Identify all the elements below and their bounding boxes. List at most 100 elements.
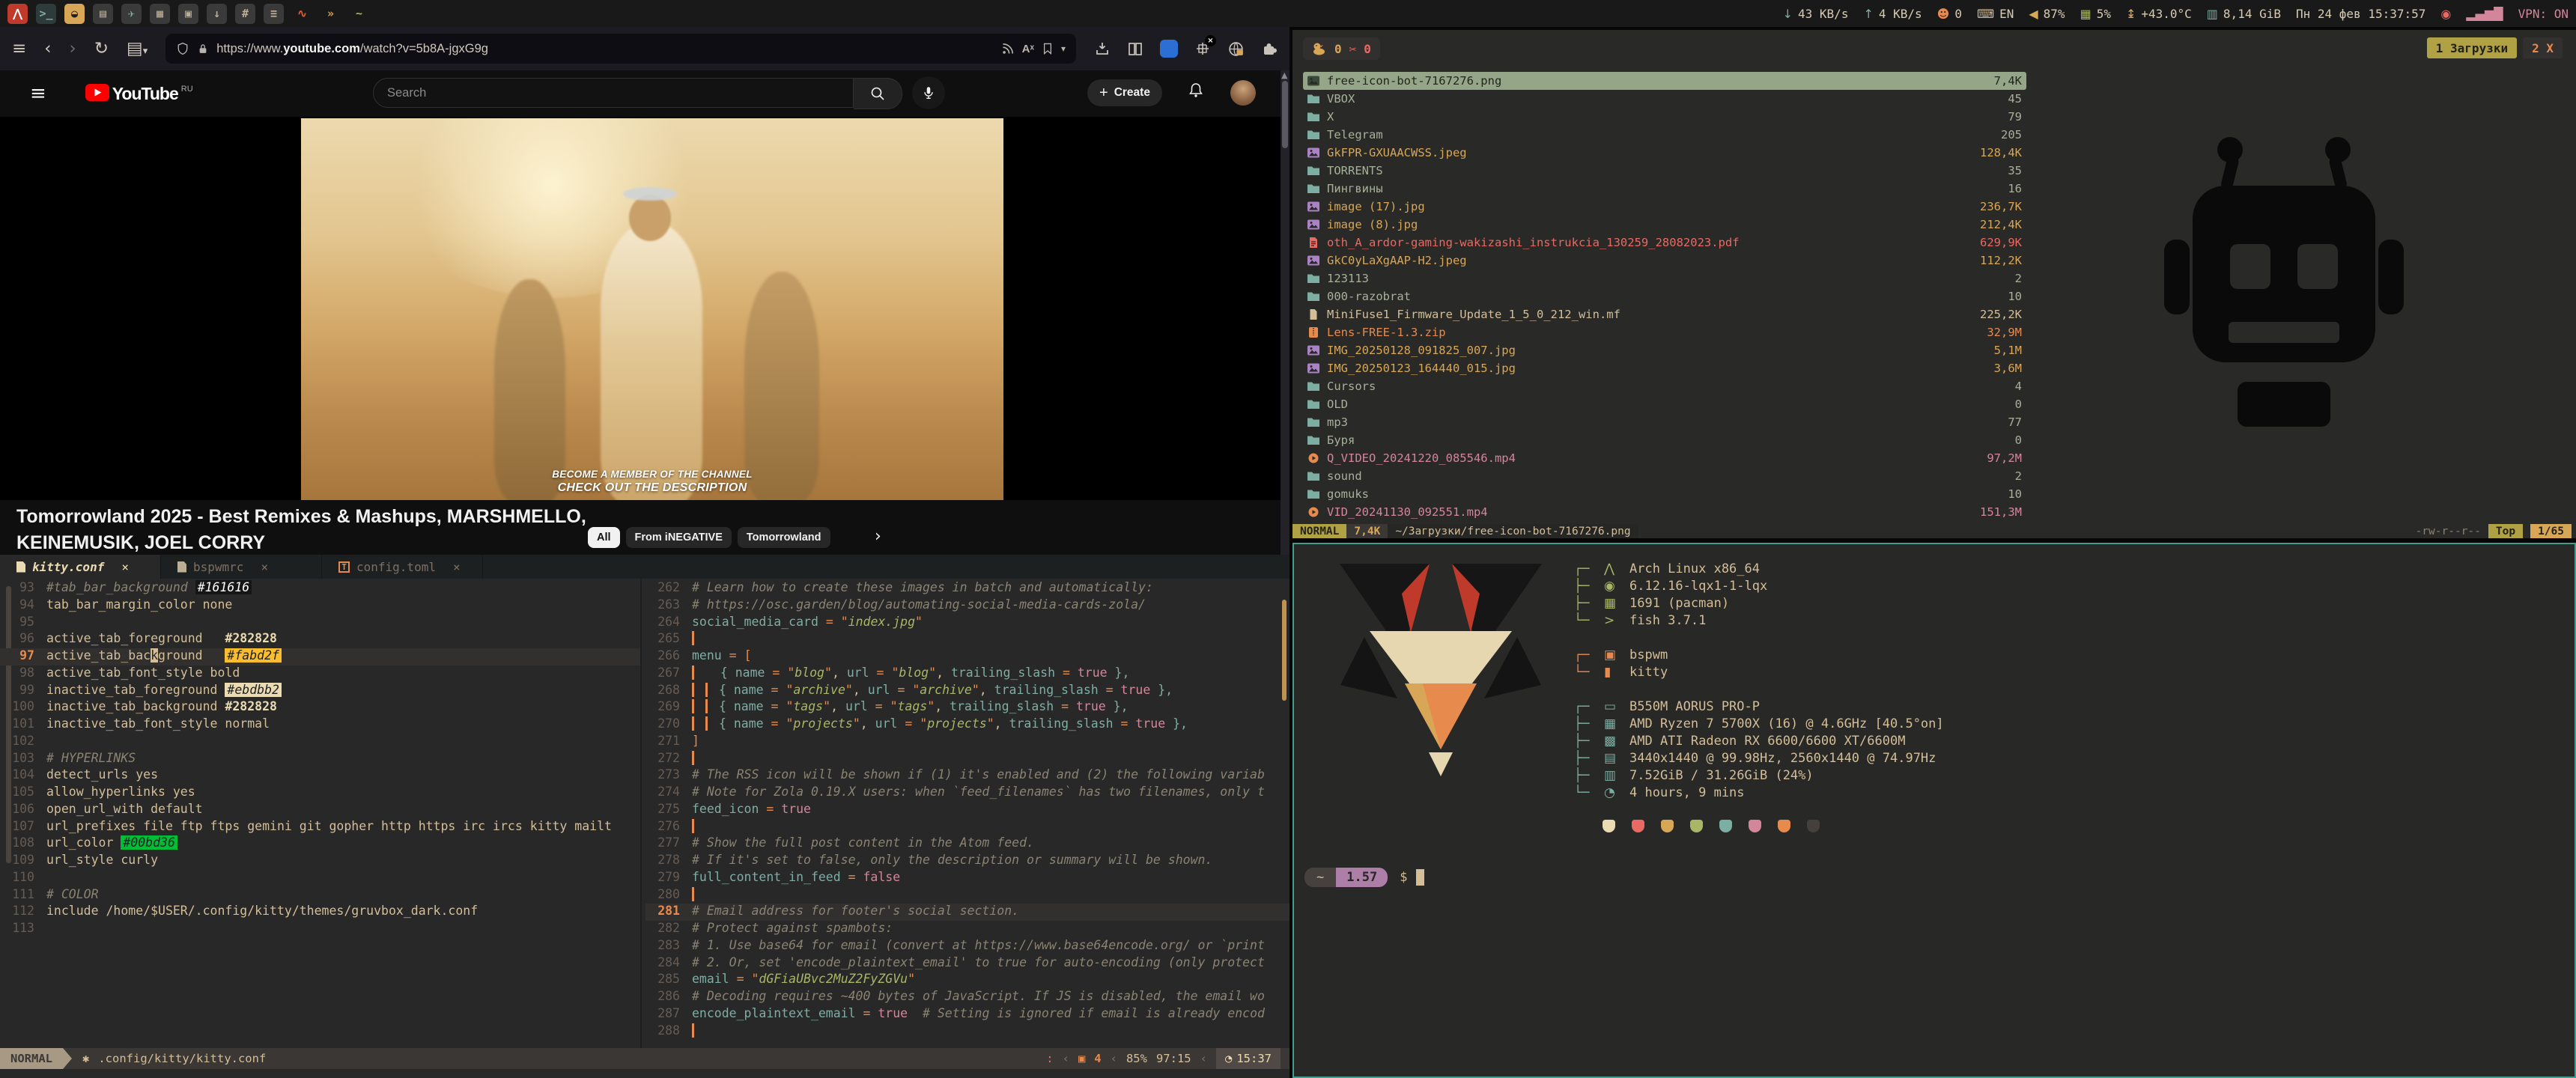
download-app-icon[interactable]: ↓ [207,4,227,24]
notifications-bell-button[interactable] [1187,81,1205,99]
browser-menu-icon[interactable]: ≡ [12,40,26,58]
library-icon[interactable] [1127,40,1143,57]
terminal-app-icon[interactable]: >_ [36,4,56,24]
youtube-logo[interactable]: YouTube RU [85,84,193,104]
raindrop-extension-icon[interactable] [1160,40,1178,58]
close-icon[interactable]: × [121,560,129,574]
video-player[interactable]: BECOME A MEMBER OF THE CHANNEL CHECK OUT… [0,117,1289,500]
code-line: 275feed_icon = true [645,802,1289,819]
file-row[interactable]: MiniFuse1_Firmware_Update_1_5_0_212_win.… [1303,305,2026,323]
file-row[interactable]: GkC0yLaXgAAP-H2.jpeg112,2K [1303,252,2026,270]
list-app-icon[interactable]: ≡ [264,4,284,24]
file-row[interactable]: Cursors4 [1303,377,2026,395]
file-row[interactable]: image (8).jpg212,4K [1303,216,2026,234]
yazi-tab[interactable]: 1 Загрузки [2427,37,2517,58]
reload-icon[interactable]: ↻ [94,40,109,58]
search-input[interactable] [373,78,854,108]
shield-icon[interactable] [176,42,189,55]
globe-privacy-icon[interactable] [1227,40,1245,58]
file-row[interactable]: Пингвины16 [1303,180,2026,198]
file-row[interactable]: Q_VIDEO_20241220_085546.mp497,2M [1303,449,2026,467]
taskbar-apps: ⋀ >_ ◒ ▤ ✈ ▦ ▣ ↓ # ≡ ∿ » ~ [7,4,369,24]
file-row[interactable]: oth_A_ardor-gaming-wakizashi_instrukcia_… [1303,234,2026,252]
palette-swatch [1632,820,1644,832]
editor-tab-kitty.conf[interactable]: kitty.conf× [0,555,161,579]
scroll-up-icon[interactable]: ▲ [1281,70,1287,80]
download-icon[interactable] [1094,40,1111,57]
bookmark-icon[interactable] [1042,43,1054,55]
file-row[interactable]: GkFPR-GXUAACWSS.jpeg128,4K [1303,144,2026,162]
filter-chip[interactable]: All [588,527,620,548]
screenshot-tool-icon[interactable]: × [1194,40,1211,57]
back-icon[interactable]: ‹ [44,40,51,58]
browser-scrollbar[interactable]: ▲ [1281,70,1289,555]
hash-app-icon[interactable]: # [235,4,255,24]
terminal-window[interactable]: ┌─⋀Arch Linux x86_64├─◉6.12.16-lqx1-1-lq… [1292,543,2576,1078]
search-field[interactable] [386,85,833,101]
url-text[interactable]: https://www.youtube.com/watch?v=5b8A-jgx… [216,42,993,56]
chips-more-icon[interactable]: › [875,527,881,546]
image-viewer-app-icon[interactable]: ▣ [178,4,198,24]
close-icon[interactable]: × [261,560,268,574]
extensions-puzzle-icon[interactable] [1261,40,1278,57]
file-row[interactable]: gomuks10 [1303,485,2026,503]
file-row[interactable]: mp377 [1303,413,2026,431]
file-row[interactable]: Буря0 [1303,431,2026,449]
youtube-menu-icon[interactable]: ≡ [30,82,46,105]
kitty-app-icon[interactable]: ◒ [64,4,85,24]
arch-launcher-icon[interactable]: ⋀ [7,4,28,24]
chevrons-indicator-icon[interactable]: » [321,4,341,24]
windows-app-icon[interactable]: ▦ [150,4,170,24]
files-app-icon[interactable]: ▤ [93,4,113,24]
file-row[interactable]: image (17).jpg236,7K [1303,198,2026,216]
file-row[interactable]: OLD0 [1303,395,2026,413]
filter-chip[interactable]: From iNEGATIVE [626,527,732,548]
rss-icon[interactable] [1001,42,1015,55]
folder-icon [1307,435,1320,446]
file-row[interactable]: Telegram205 [1303,126,2026,144]
cpu-icon: ▦ [1604,716,1629,733]
file-row[interactable]: 000-razobrat10 [1303,287,2026,305]
shell-prompt[interactable]: ~ 1.57 $ [1304,868,1424,887]
reader-view-icon[interactable]: ▤▾ [127,40,148,58]
image-icon [1307,147,1320,159]
fetch-line: ├─▥7.52GiB / 31.26GiB (24%) [1574,767,1944,785]
voice-search-button[interactable] [912,76,945,109]
editor-pane-config-toml[interactable]: 262# Learn how to create these images in… [645,580,1289,1048]
clock-time: 15:37 [1236,1052,1272,1065]
video-frame[interactable]: BECOME A MEMBER OF THE CHANNEL CHECK OUT… [301,118,1003,500]
file-row[interactable]: Lens-FREE-1.3.zip32,9M [1303,323,2026,341]
telegram-app-icon[interactable]: ✈ [121,4,142,24]
tilde-indicator-icon[interactable]: ~ [349,4,369,24]
yazi-tab[interactable]: 2 X [2523,37,2563,58]
file-row[interactable]: VID_20241130_092551.mp4151,3M [1303,503,2026,521]
scrollbar-thumb[interactable] [1282,81,1288,148]
code-line: 269{ name = "tags", url = "tags", traili… [645,699,1289,716]
url-bar[interactable]: https://www.youtube.com/watch?v=5b8A-jgx… [165,34,1076,64]
file-row[interactable]: TORRENTS35 [1303,162,2026,180]
editor-right-scrollbar[interactable] [1282,600,1287,701]
close-icon[interactable]: × [453,560,461,574]
file-row[interactable]: sound2 [1303,467,2026,485]
toml-icon: T [338,561,350,573]
editor-pane-kitty-conf[interactable]: 93#tab_bar_background #16161694tab_bar_m… [0,580,640,1048]
create-button[interactable]: + Create [1087,79,1162,106]
code-line: 287encode_plaintext_email = true # Setti… [645,1006,1289,1023]
pulse-indicator-icon[interactable]: ∿ [292,4,312,24]
file-row[interactable]: IMG_20250123_164440_015.jpg3,6M [1303,359,2026,377]
search-button[interactable] [854,78,902,109]
file-row[interactable]: X79 [1303,108,2026,126]
code-line: 103# HYPERLINKS [0,751,640,768]
editor-tab-config.toml[interactable]: Tconfig.toml× [322,555,483,579]
file-row[interactable]: free-icon-bot-7167276.png7,4K [1303,72,2026,90]
file-row[interactable]: VBOX45 [1303,90,2026,108]
forward-icon[interactable]: › [69,40,76,58]
bookmark-caret-icon[interactable]: ▾ [1061,43,1066,54]
editor-tab-bspwmrc[interactable]: bspwmrc× [161,555,322,579]
translate-icon[interactable]: Aˣ [1022,43,1034,55]
net-up: ↑4 KB/s [1863,7,1922,21]
avatar[interactable] [1230,80,1256,106]
file-row[interactable]: IMG_20250128_091825_007.jpg5,1M [1303,341,2026,359]
file-row[interactable]: 1231132 [1303,270,2026,287]
filter-chip[interactable]: Tomorrowland [738,527,830,548]
